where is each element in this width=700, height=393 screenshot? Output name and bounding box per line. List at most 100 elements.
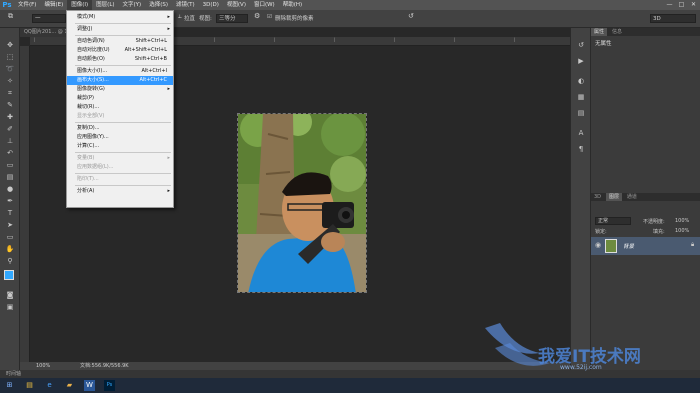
crop-preset-select[interactable]: 一 [32, 14, 66, 23]
brush-tool-icon[interactable]: ✐ [4, 124, 16, 134]
healing-brush-icon[interactable]: ✚ [4, 112, 16, 122]
tab-channels[interactable]: 通道 [624, 193, 640, 201]
submenu-arrow-icon: ▸ [167, 155, 170, 161]
menu-item: 陷印(T)... [67, 175, 173, 184]
gradient-icon[interactable]: ▤ [4, 172, 16, 182]
actions-icon[interactable]: ▶ [576, 56, 586, 66]
workspace-select[interactable]: 3D [650, 14, 696, 23]
menu-item[interactable]: 裁剪(P) [67, 94, 173, 103]
menu-separator [75, 122, 171, 123]
menu-layer[interactable]: 图层(L) [92, 0, 118, 10]
menu-image[interactable]: 图像(I) [67, 0, 93, 10]
tab-3d[interactable]: 3D [591, 193, 604, 201]
stamp-tool-icon[interactable]: ⊥ [4, 136, 16, 146]
type-tool-icon[interactable]: T [4, 208, 16, 218]
close-button[interactable]: ✕ [688, 0, 699, 10]
tab-properties[interactable]: 属性 [591, 28, 608, 36]
menu-item[interactable]: 应用图像(Y)... [67, 133, 173, 142]
gear-icon[interactable]: ⚙ [254, 12, 260, 20]
swatches-icon[interactable]: ▤ [576, 108, 586, 118]
eye-icon[interactable]: ◉ [595, 241, 601, 249]
move-tool-icon[interactable]: ✥ [4, 40, 16, 50]
menu-3d[interactable]: 3D(D) [199, 0, 223, 10]
paragraph-icon[interactable]: ¶ [576, 144, 586, 154]
adjustments-icon[interactable]: ◐ [576, 76, 586, 86]
straighten-label[interactable]: 拉直 [184, 14, 195, 22]
document-photo[interactable] [237, 113, 367, 293]
menu-filter[interactable]: 滤镜(T) [172, 0, 199, 10]
hand-tool-icon[interactable]: ✋ [4, 244, 16, 254]
screen-mode-icon[interactable]: ▣ [4, 302, 16, 312]
menu-separator [75, 35, 171, 36]
zoom-tool-icon[interactable]: ⚲ [4, 256, 16, 266]
menu-item-label: 陷印(T)... [77, 176, 99, 182]
menu-help[interactable]: 帮助(H) [279, 0, 306, 10]
menu-item-label: 自动对比度(U) [77, 47, 110, 53]
folder-icon[interactable]: ▰ [64, 380, 75, 391]
history-brush-icon[interactable]: ↶ [4, 148, 16, 158]
crop-tool-icon[interactable]: ⌗ [4, 88, 16, 98]
menu-item[interactable]: 计算(C)... [67, 142, 173, 151]
lasso-tool-icon[interactable]: ➰ [4, 64, 16, 74]
blend-mode-select[interactable]: 正常 [595, 217, 631, 225]
menu-select[interactable]: 选择(S) [145, 0, 172, 10]
menu-item[interactable]: 调整(J) ▸ [67, 25, 173, 34]
fill-label: 填充: [653, 229, 665, 235]
word-icon[interactable]: W [84, 380, 95, 391]
delete-cropped-checkbox[interactable]: ☑ [267, 14, 272, 20]
menu-file[interactable]: 文件(F) [14, 0, 40, 10]
tab-info[interactable]: 信息 [609, 28, 625, 36]
eraser-icon[interactable]: ▭ [4, 160, 16, 170]
photoshop-taskbar-icon[interactable]: Ps [104, 380, 115, 391]
ruler-tick: | [34, 38, 36, 43]
menu-edit[interactable]: 编辑(E) [40, 0, 67, 10]
ie-icon[interactable]: e [44, 380, 55, 391]
menu-item: 应用数据组(L)... [67, 163, 173, 172]
menu-view[interactable]: 视图(V) [223, 0, 250, 10]
menu-item-shortcut: Alt+Ctrl+I [141, 68, 167, 74]
history-icon[interactable]: ↺ [576, 40, 586, 50]
ruler-tick: | [334, 38, 336, 43]
path-select-icon[interactable]: ➤ [4, 220, 16, 230]
start-button-icon[interactable]: ⊞ [4, 380, 15, 391]
menu-item-label: 裁剪(P) [77, 95, 94, 101]
magic-wand-icon[interactable]: ✧ [4, 76, 16, 86]
foreground-color-swatch[interactable] [4, 270, 14, 280]
menu-item[interactable]: 自动颜色(O) Shift+Ctrl+B [67, 55, 173, 64]
straighten-icon[interactable]: ⟂ [178, 14, 182, 21]
styles-icon[interactable]: ▦ [576, 92, 586, 102]
menu-item[interactable]: 分析(A) ▸ [67, 187, 173, 196]
menu-separator [75, 173, 171, 174]
character-icon[interactable]: A [576, 128, 586, 138]
pen-tool-icon[interactable]: ✒ [4, 196, 16, 206]
menu-item[interactable]: 模式(M) ▸ [67, 13, 173, 22]
explorer-icon[interactable]: ▤ [24, 380, 35, 391]
menu-item-label: 变量(B) [77, 155, 95, 161]
layer-name[interactable]: 背景 [623, 242, 634, 250]
menu-item[interactable]: 自动色调(N) Shift+Ctrl+L [67, 37, 173, 46]
crop-tool-icon[interactable]: ⧉ [8, 12, 13, 21]
shape-tool-icon[interactable]: ▭ [4, 232, 16, 242]
menu-type[interactable]: 文字(Y) [119, 0, 146, 10]
menu-item[interactable]: 裁切(R)... [67, 103, 173, 112]
menu-item-label: 复制(D)... [77, 125, 100, 131]
menu-item[interactable]: 自动对比度(U) Alt+Shift+Ctrl+L [67, 46, 173, 55]
menu-item[interactable]: 画布大小(S)... Alt+Ctrl+C [67, 76, 173, 85]
reset-icon[interactable]: ↺ [408, 12, 414, 20]
quick-mask-icon[interactable]: ◙ [4, 290, 16, 300]
layer-row[interactable]: ◉ 背景 🔒︎ [591, 237, 700, 255]
tab-layers[interactable]: 图层 [605, 193, 622, 201]
minimize-button[interactable]: — [664, 0, 675, 10]
view-overlay-select[interactable]: 三等分 [216, 14, 248, 23]
maximize-button[interactable]: □ [676, 0, 687, 10]
menu-item[interactable]: 图像旋转(G) ▸ [67, 85, 173, 94]
menu-item[interactable]: 复制(D)... [67, 124, 173, 133]
menu-window[interactable]: 窗口(W) [250, 0, 279, 10]
opacity-value[interactable]: 100% [675, 218, 689, 224]
marquee-tool-icon[interactable]: ⬚ [4, 52, 16, 62]
zoom-level[interactable]: 100% [36, 362, 50, 370]
dodge-tool-icon[interactable]: ● [4, 184, 16, 194]
eyedropper-icon[interactable]: ✎ [4, 100, 16, 110]
fill-value[interactable]: 100% [675, 228, 689, 234]
menu-item[interactable]: 图像大小(I)... Alt+Ctrl+I [67, 67, 173, 76]
